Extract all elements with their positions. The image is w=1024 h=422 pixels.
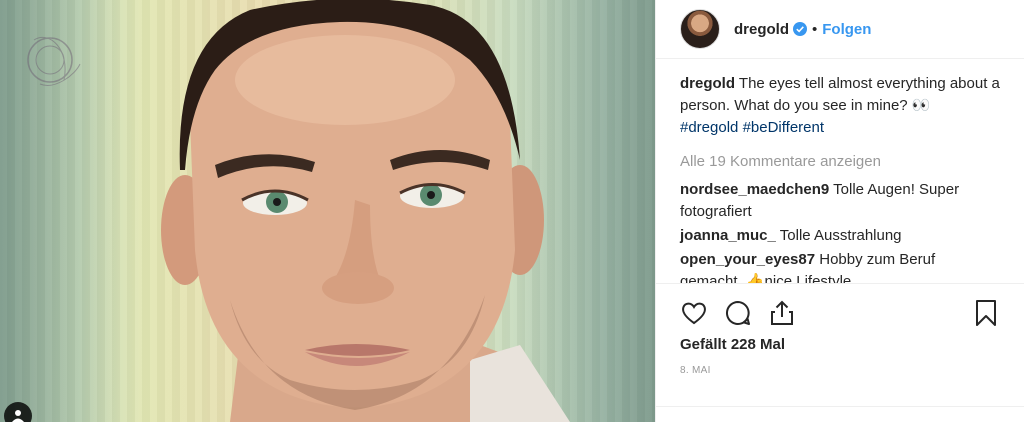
hashtag-link[interactable]: #beDifferent — [743, 119, 824, 136]
comment-item: joanna_muc_ Tolle Ausstrahlung — [680, 225, 1000, 247]
like-count[interactable]: Gefällt 228 Mal — [656, 332, 1024, 353]
comments-section: dregold The eyes tell almost everything … — [656, 59, 1024, 284]
comment-item: open_your_eyes87 Hobby zum Beruf gemacht… — [680, 249, 1000, 283]
caption-username[interactable]: dregold — [680, 75, 735, 92]
avatar[interactable] — [680, 9, 720, 49]
person-icon — [12, 410, 24, 422]
heart-icon[interactable] — [680, 299, 708, 327]
bookmark-icon[interactable] — [972, 299, 1000, 327]
hashtag-link[interactable]: #dregold — [680, 119, 738, 136]
caption: dregold The eyes tell almost everything … — [680, 73, 1000, 139]
post-photo[interactable] — [0, 0, 655, 422]
header-username[interactable]: dregold — [734, 21, 789, 38]
view-all-comments-link[interactable]: Alle 19 Kommentare anzeigen — [680, 151, 1000, 173]
user-tag-button[interactable] — [4, 402, 32, 422]
comment-item: nordsee_maedchen9 Tolle Augen! Super fot… — [680, 179, 1000, 223]
follow-button[interactable]: Folgen — [822, 21, 871, 38]
comment-username[interactable]: open_your_eyes87 — [680, 251, 815, 268]
action-bar — [656, 284, 1024, 332]
comment-username[interactable]: joanna_muc_ — [680, 227, 776, 244]
comment-text: Tolle Ausstrahlung — [779, 227, 902, 244]
post-details-panel: dregold • Folgen dregold The eyes tell a… — [655, 0, 1024, 422]
portrait-face — [161, 0, 570, 422]
header-separator: • — [812, 20, 818, 38]
comment-username[interactable]: nordsee_maedchen9 — [680, 181, 829, 198]
post-date[interactable]: 8. MAI — [656, 353, 1024, 376]
post-header: dregold • Folgen — [656, 0, 1024, 59]
divider — [656, 406, 1024, 407]
share-icon[interactable] — [768, 299, 796, 327]
comment-bubble-icon[interactable] — [724, 299, 752, 327]
verified-badge-icon — [793, 22, 807, 36]
